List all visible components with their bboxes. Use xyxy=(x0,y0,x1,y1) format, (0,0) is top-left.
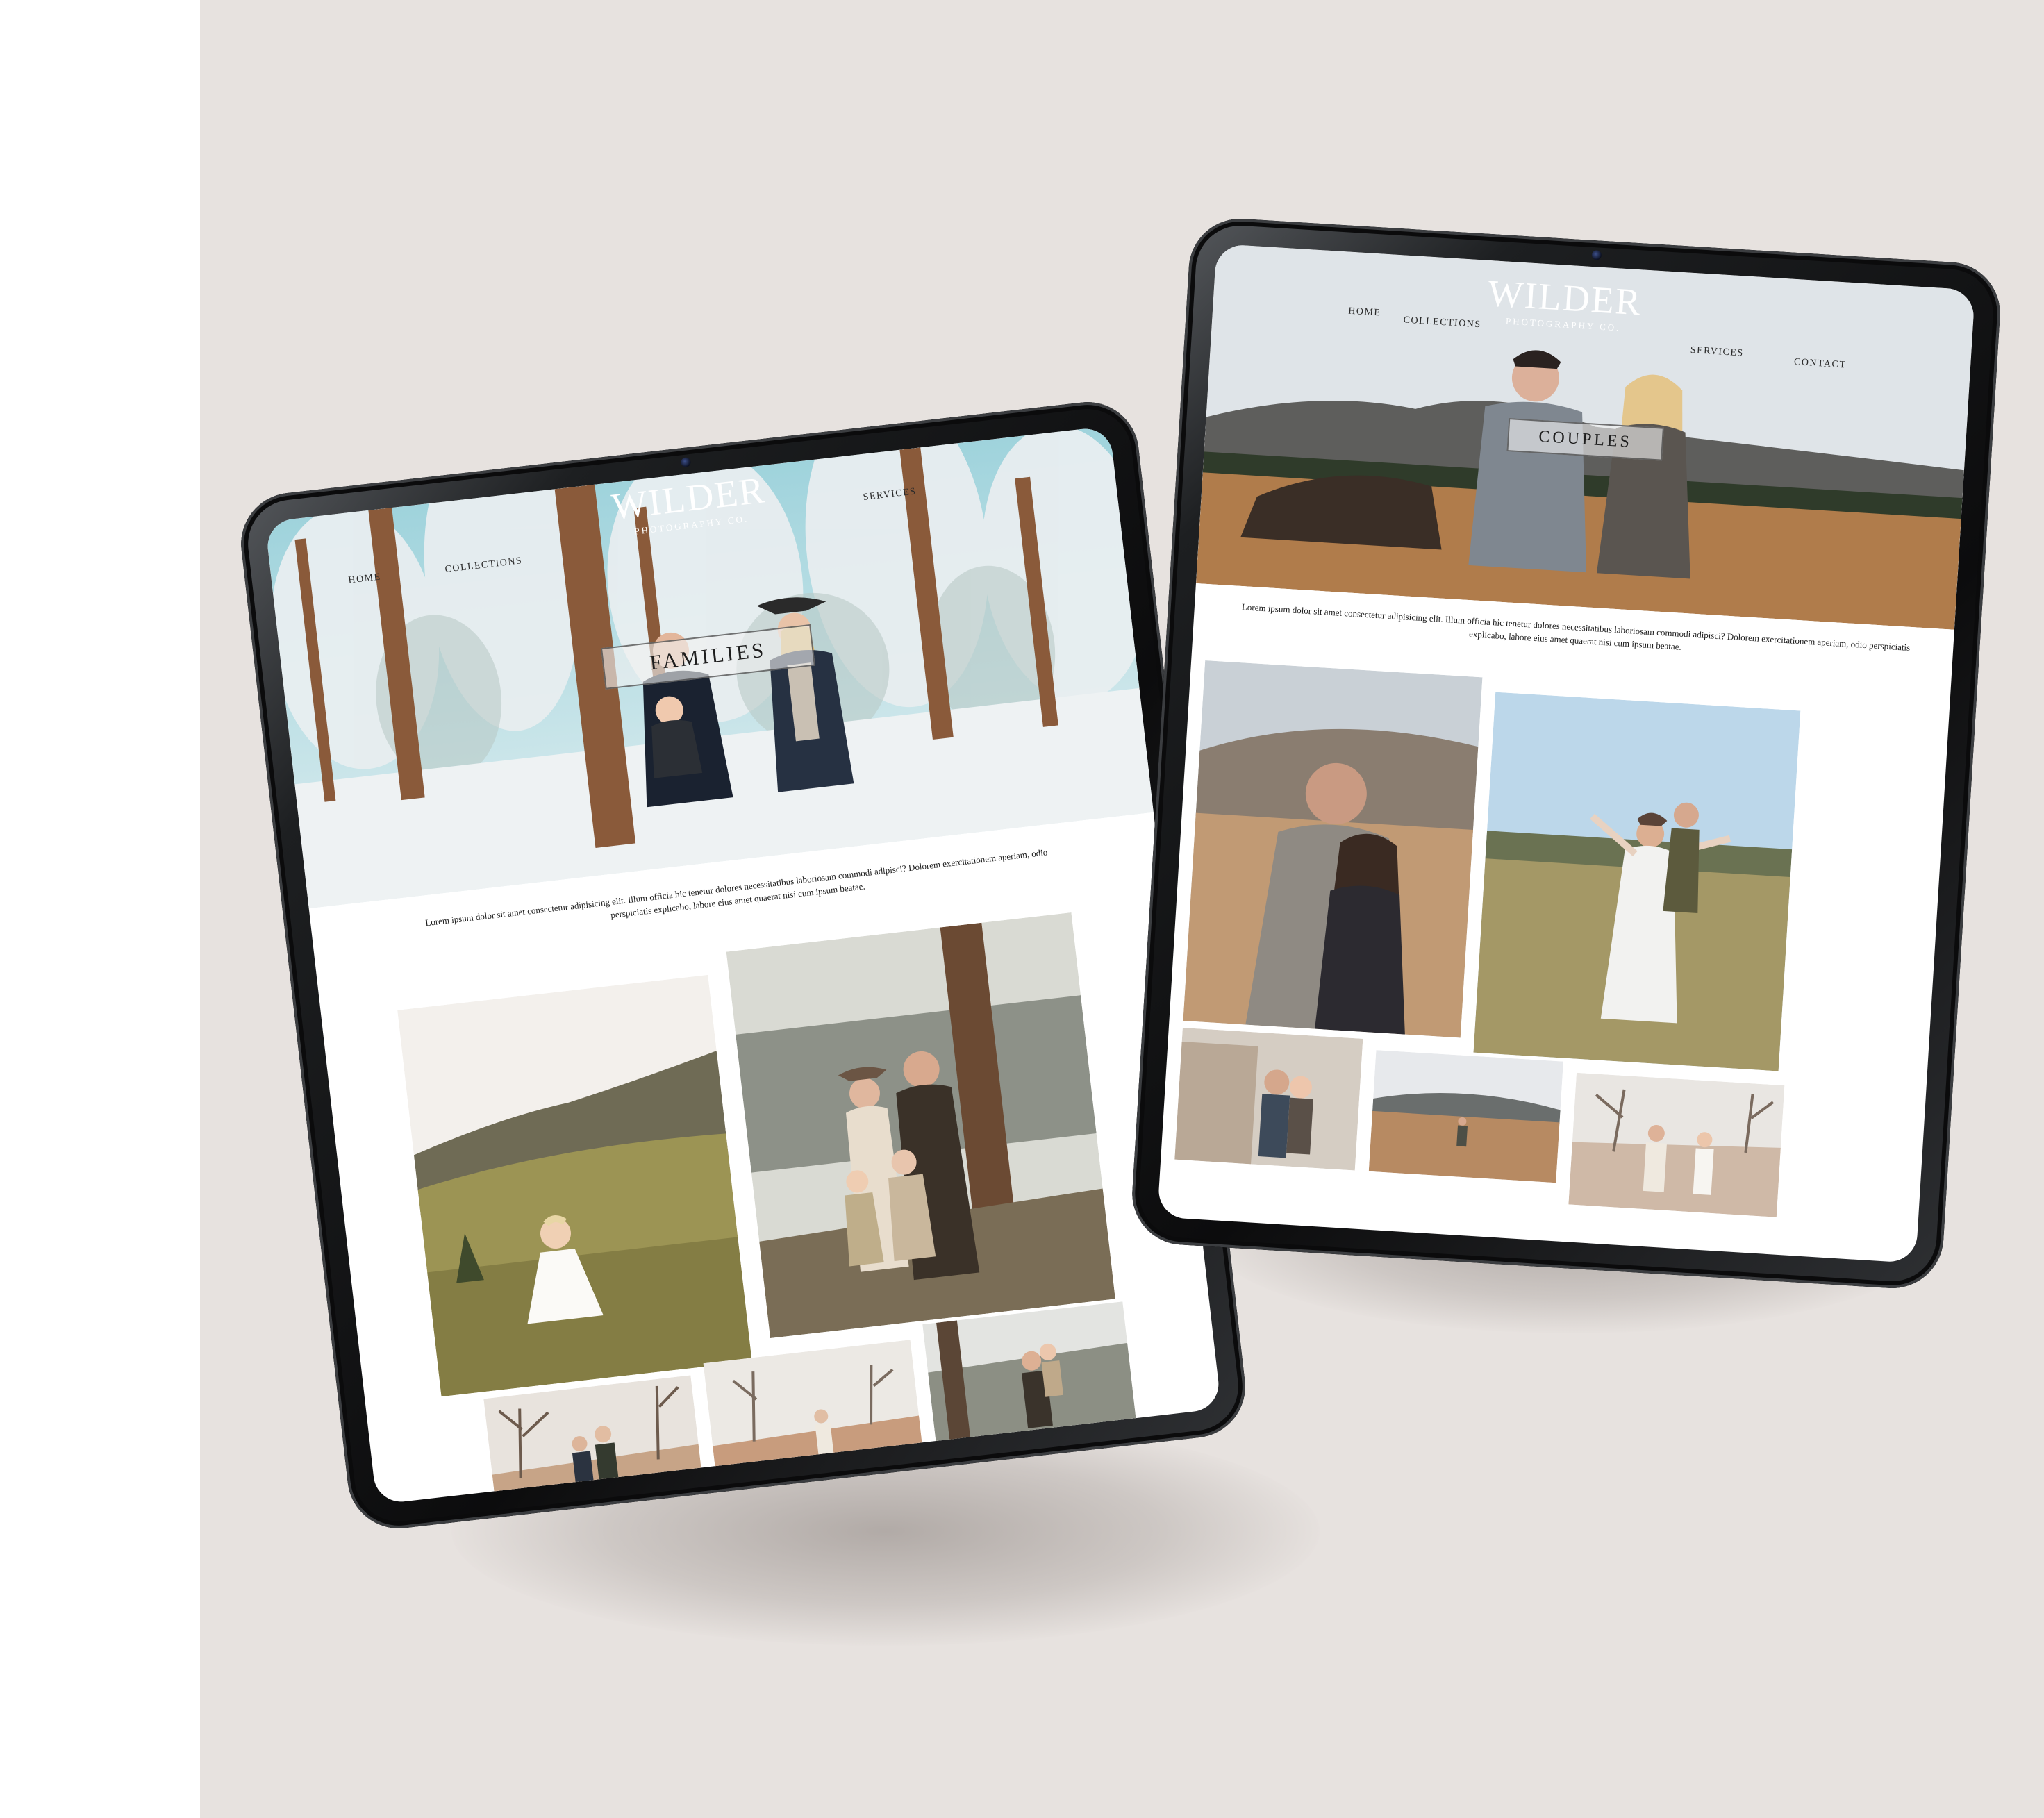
nav-collections-link[interactable]: COLLECTIONS xyxy=(444,556,523,576)
gallery-photo-couple-holding-hands[interactable] xyxy=(1568,1072,1785,1217)
website-screen: HOME COLLECTIONS WILDER PHOTOGRAPHY CO. … xyxy=(1157,243,1975,1264)
nav-contact-link[interactable]: CONTACT xyxy=(1793,357,1847,372)
tablet-couples: HOME COLLECTIONS WILDER PHOTOGRAPHY CO. … xyxy=(1129,215,2004,1292)
gallery-photo-mature-couple-embrace[interactable] xyxy=(1183,660,1483,1038)
hero-section: HOME COLLECTIONS WILDER PHOTOGRAPHY CO. … xyxy=(1195,243,1975,630)
site-logo[interactable]: WILDER PHOTOGRAPHY CO. xyxy=(1459,272,1670,337)
gallery-photo-family-of-four[interactable] xyxy=(726,912,1115,1339)
gallery-photo-girl-in-field[interactable] xyxy=(397,974,752,1397)
gallery-photo-couple-far-field[interactable] xyxy=(1368,1050,1563,1183)
nav-services-link[interactable]: SERVICES xyxy=(863,486,917,503)
gallery-photo-couple-arms-outstretched[interactable] xyxy=(1473,692,1801,1071)
website-screen: HOME COLLECTIONS WILDER PHOTOGRAPHY CO. … xyxy=(265,426,1222,1505)
nav-home-link[interactable]: HOME xyxy=(1348,306,1381,319)
gallery-photo-couple-kiss[interactable] xyxy=(1174,1028,1363,1171)
nav-services-link[interactable]: SERVICES xyxy=(1690,345,1744,360)
tablet-families: HOME COLLECTIONS WILDER PHOTOGRAPHY CO. … xyxy=(235,397,1251,1534)
nav-home-link[interactable]: HOME xyxy=(348,572,382,586)
